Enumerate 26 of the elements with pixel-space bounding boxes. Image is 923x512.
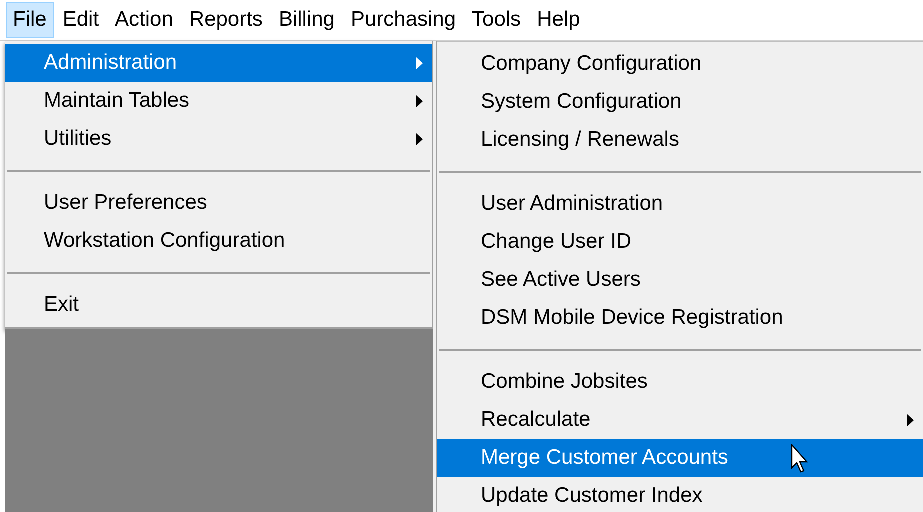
menu-item[interactable]: User Preferences bbox=[5, 184, 432, 222]
menu-bar-item[interactable]: Action bbox=[108, 2, 180, 38]
menu-item[interactable]: Change User ID bbox=[437, 223, 923, 261]
menu-bar-item[interactable]: Purchasing bbox=[344, 2, 464, 38]
menu-item[interactable]: System Configuration bbox=[437, 83, 923, 121]
menu-bar-item[interactable]: Help bbox=[530, 2, 588, 38]
menu-bar-item[interactable]: Edit bbox=[56, 2, 106, 38]
menu-item[interactable]: User Administration bbox=[437, 185, 923, 223]
menu-bar-item[interactable]: File bbox=[6, 2, 54, 38]
mouse-pointer-icon bbox=[791, 444, 811, 474]
menu-item[interactable]: Utilities bbox=[5, 120, 432, 158]
menu-bar-item[interactable]: Billing bbox=[272, 2, 342, 38]
menu-item[interactable]: Recalculate bbox=[437, 401, 923, 439]
menu-bar-item[interactable]: Reports bbox=[182, 2, 270, 38]
menu-item[interactable]: DSM Mobile Device Registration bbox=[437, 299, 923, 337]
menu-item[interactable]: Company Configuration bbox=[437, 45, 923, 83]
menu-item[interactable]: Exit bbox=[5, 286, 432, 324]
menu-item[interactable]: Update Customer Index bbox=[437, 477, 923, 512]
menu-item[interactable]: Combine Jobsites bbox=[437, 363, 923, 401]
menu-item[interactable]: Merge Customer Accounts bbox=[437, 439, 923, 477]
menu-bar-item[interactable]: Tools bbox=[465, 2, 528, 38]
menu-item[interactable]: See Active Users bbox=[437, 261, 923, 299]
menu-item[interactable]: Administration bbox=[5, 44, 432, 82]
menu-item[interactable]: Licensing / Renewals bbox=[437, 121, 923, 159]
menu-item[interactable]: Workstation Configuration bbox=[5, 222, 432, 260]
menu-item[interactable]: Maintain Tables bbox=[5, 82, 432, 120]
